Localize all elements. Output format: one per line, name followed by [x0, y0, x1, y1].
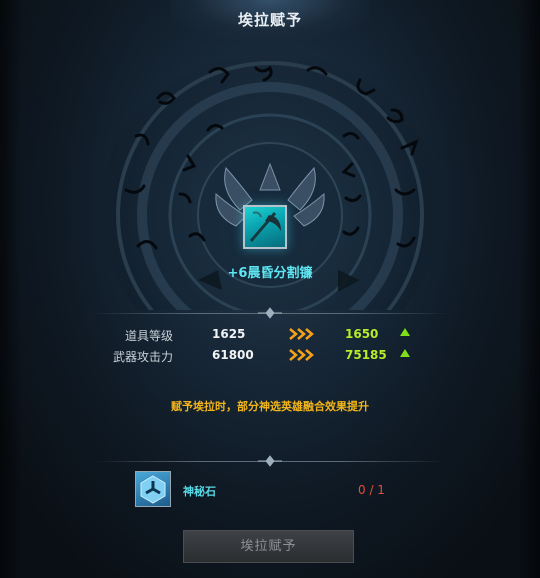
window-title: 埃拉赋予 [237, 11, 302, 29]
triple-chevron-right-icon [289, 349, 314, 361]
divider-ornament-icon [258, 455, 282, 467]
scythe-weapon-icon[interactable] [243, 205, 287, 249]
stat-new-value: 1650 [345, 327, 379, 341]
triple-chevron-right-icon [289, 328, 314, 340]
ella-grant-button[interactable]: 埃拉赋予 [183, 530, 354, 563]
title-bar: 埃拉赋予 [170, 0, 370, 40]
frame-right-shadow [518, 0, 540, 578]
material-count: 0 / 1 [358, 483, 385, 497]
mystic-stone-icon[interactable] [135, 471, 171, 507]
stat-label: 武器攻击力 [112, 350, 173, 364]
effect-notice: 赋予埃拉时，部分神选英雄融合效果提升 [171, 400, 369, 413]
stat-old-value: 61800 [212, 348, 254, 362]
stat-row-item-level: 道具等级 1625 1650 [0, 327, 540, 347]
stat-label: 道具等级 [124, 329, 173, 343]
stat-old-value: 1625 [212, 327, 246, 341]
triangle-up-icon [400, 328, 410, 336]
stat-new-value: 75185 [345, 348, 387, 362]
divider-ornament-icon [258, 307, 282, 319]
stat-row-weapon-attack: 武器攻击力 61800 75185 [0, 348, 540, 368]
frame-left-shadow [0, 0, 22, 578]
item-name: +6晨昏分割镰 [227, 266, 313, 281]
material-name: 神秘石 [183, 485, 216, 498]
triangle-up-icon [400, 349, 410, 357]
